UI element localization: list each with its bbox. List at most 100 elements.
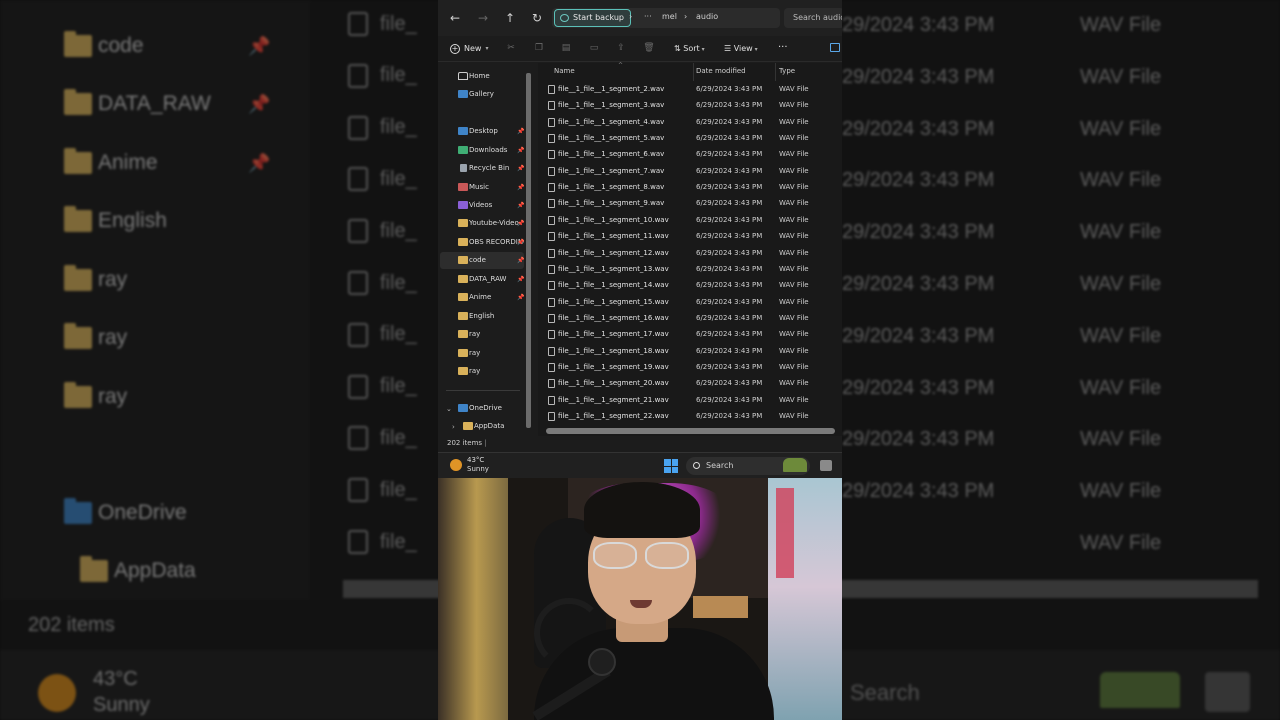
windows-start-icon[interactable] (664, 459, 678, 473)
sidebar-item-onedrive[interactable]: OneDrive (440, 400, 524, 417)
sidebar-item-anime[interactable]: Anime 📌 (440, 289, 524, 306)
column-header-name[interactable]: Name (554, 67, 575, 75)
bg-file-type: WAV File (1080, 65, 1162, 88)
refresh-icon[interactable]: ↻ (528, 9, 546, 27)
bg-file-date: 29/2024 3:43 PM (842, 273, 995, 295)
file-row[interactable]: file__1_file__1_segment_2.wav 6/29/2024 3… (538, 82, 842, 98)
sort-button[interactable]: ⇅ Sort ▾ (674, 41, 705, 58)
column-divider[interactable] (775, 63, 776, 81)
sidebar-item-english[interactable]: English (440, 308, 524, 325)
delete-icon[interactable]: 🗑 (643, 42, 655, 54)
sidebar-item-gallery[interactable]: Gallery (440, 86, 524, 103)
file-row[interactable]: file__1_file__1_segment_15.wav 6/29/2024 … (538, 295, 842, 311)
sun-icon[interactable] (450, 459, 462, 471)
bg-file-row: file_ (348, 530, 417, 554)
file-name: file__1_file__1_segment_2.wav (558, 85, 665, 93)
videos-icon (458, 201, 468, 209)
file-row[interactable]: file__1_file__1_segment_16.wav 6/29/2024 … (538, 311, 842, 327)
file-row[interactable]: file__1_file__1_segment_11.wav 6/29/2024 … (538, 229, 842, 245)
search-input[interactable]: Search audio (784, 8, 842, 28)
sidebar-item-code[interactable]: code 📌 (440, 252, 524, 269)
task-view-icon[interactable] (820, 460, 832, 471)
file-row[interactable]: file__1_file__1_segment_20.wav 6/29/2024 … (538, 376, 842, 392)
file-row[interactable]: file__1_file__1_segment_10.wav 6/29/2024 … (538, 213, 842, 229)
file-date: 6/29/2024 3:43 PM (696, 232, 763, 241)
file-row[interactable]: file__1_file__1_segment_13.wav 6/29/2024 … (538, 262, 842, 278)
file-row[interactable]: file__1_file__1_segment_12.wav 6/29/2024 … (538, 246, 842, 262)
cam-poster-stripe (776, 488, 794, 578)
weather-widget[interactable]: 43°C Sunny (467, 456, 489, 474)
bg-nav-item: DATA_RAW (64, 84, 211, 124)
file-row[interactable]: file__1_file__1_segment_8.wav 6/29/2024 3… (538, 180, 842, 196)
bg-file-type: WAV File (1080, 376, 1162, 399)
more-options-button[interactable]: ··· (778, 41, 788, 55)
folder-icon (458, 349, 468, 357)
column-header-date[interactable]: Date modified (696, 67, 746, 75)
horizontal-scrollbar[interactable] (546, 428, 835, 434)
file-date: 6/29/2024 3:43 PM (696, 134, 763, 143)
file-row[interactable]: file__1_file__1_segment_7.wav 6/29/2024 3… (538, 164, 842, 180)
search-highlight-icon[interactable] (783, 458, 807, 472)
file-row[interactable]: file__1_file__1_segment_21.wav 6/29/2024 … (538, 393, 842, 409)
sidebar-item-youtube-video[interactable]: Youtube-Video 📌 (440, 215, 524, 232)
file-row[interactable]: file__1_file__1_segment_22.wav 6/29/2024 … (538, 409, 842, 425)
file-name: file__1_file__1_segment_5.wav (558, 134, 665, 143)
sidebar-item-recycle-bin[interactable]: Recycle Bin 📌 (440, 160, 524, 177)
sidebar-item-ray[interactable]: ray (440, 345, 524, 362)
back-arrow-icon[interactable]: ← (446, 9, 464, 27)
cut-icon[interactable]: ✂ (505, 42, 517, 54)
sidebar-item-ray[interactable]: ray (440, 326, 524, 343)
breadcrumb-audio[interactable]: audio (696, 12, 718, 21)
bg-widget-icon (1100, 672, 1180, 708)
file-row[interactable]: file__1_file__1_segment_3.wav 6/29/2024 3… (538, 98, 842, 114)
new-button[interactable]: + New ▾ (450, 41, 488, 57)
chevron-right-icon[interactable]: › (452, 423, 455, 431)
sidebar-item-data-raw[interactable]: DATA_RAW 📌 (440, 271, 524, 288)
screen: code 📌 DATA_RAW 📌 Anime 📌 English ray ray ray OneD… (0, 0, 1280, 720)
taskbar: 43°C Sunny Search (438, 452, 842, 478)
sidebar-item-music[interactable]: Music 📌 (440, 179, 524, 196)
file-row[interactable]: file__1_file__1_segment_18.wav 6/29/2024 … (538, 344, 842, 360)
column-divider[interactable] (693, 63, 694, 81)
bg-file-name: file_ (380, 323, 417, 346)
file-row[interactable]: file__1_file__1_segment_19.wav 6/29/2024 … (538, 360, 842, 376)
share-icon[interactable]: ⇪ (615, 42, 627, 54)
bg-file-row: file_ (348, 426, 417, 451)
file-row[interactable]: file__1_file__1_segment_5.wav 6/29/2024 3… (538, 131, 842, 147)
column-header-type[interactable]: Type (779, 67, 795, 75)
up-arrow-icon[interactable]: ↑ (501, 9, 519, 27)
file-name: file__1_file__1_segment_6.wav (558, 150, 665, 159)
file-row[interactable]: file__1_file__1_segment_4.wav 6/29/2024 3… (538, 115, 842, 131)
breadcrumb-mel[interactable]: mel (662, 12, 677, 21)
sidebar-item-videos[interactable]: Videos 📌 (440, 197, 524, 214)
file-row[interactable]: file__1_file__1_segment_17.wav 6/29/2024 … (538, 327, 842, 343)
sidebar-item-ray[interactable]: ray (440, 363, 524, 380)
audio-file-icon (348, 426, 368, 451)
forward-arrow-icon[interactable]: → (474, 9, 492, 27)
start-backup-button[interactable]: Start backup (554, 9, 631, 27)
cam-glasses (593, 542, 693, 570)
temperature: 43°C (467, 456, 485, 464)
sidebar-item-home[interactable]: Home (440, 68, 524, 85)
file-row[interactable]: file__1_file__1_segment_9.wav 6/29/2024 3… (538, 196, 842, 212)
sidebar-item-label: Downloads (469, 146, 508, 154)
bg-file-type: WAV File (1080, 532, 1162, 554)
view-button[interactable]: ☰ View ▾ (724, 41, 758, 58)
copy-icon[interactable]: ❐ (533, 42, 545, 54)
paste-icon[interactable]: ▤ (560, 42, 572, 54)
sidebar-item-desktop[interactable]: Desktop 📌 (440, 123, 524, 140)
chevron-down-icon[interactable]: ⌄ (446, 405, 452, 413)
details-pane-icon[interactable] (830, 43, 840, 52)
sidebar-item-downloads[interactable]: Downloads 📌 (440, 142, 524, 159)
breadcrumb-more[interactable]: ··· (644, 12, 652, 21)
file-type: WAV File (779, 313, 809, 322)
plus-icon: + (450, 44, 460, 54)
file-type: WAV File (779, 85, 809, 93)
audio-file-icon (348, 63, 368, 88)
file-row[interactable]: file__1_file__1_segment_6.wav 6/29/2024 3… (538, 147, 842, 163)
bg-item-count: 202 items (28, 614, 115, 636)
file-row[interactable]: file__1_file__1_segment_14.wav 6/29/2024 … (538, 278, 842, 294)
rename-icon[interactable]: ▭ (588, 42, 600, 54)
sidebar-item-obs-recordings[interactable]: OBS RECORDINGS📌 (440, 234, 524, 251)
nav-scrollbar[interactable] (526, 73, 531, 428)
